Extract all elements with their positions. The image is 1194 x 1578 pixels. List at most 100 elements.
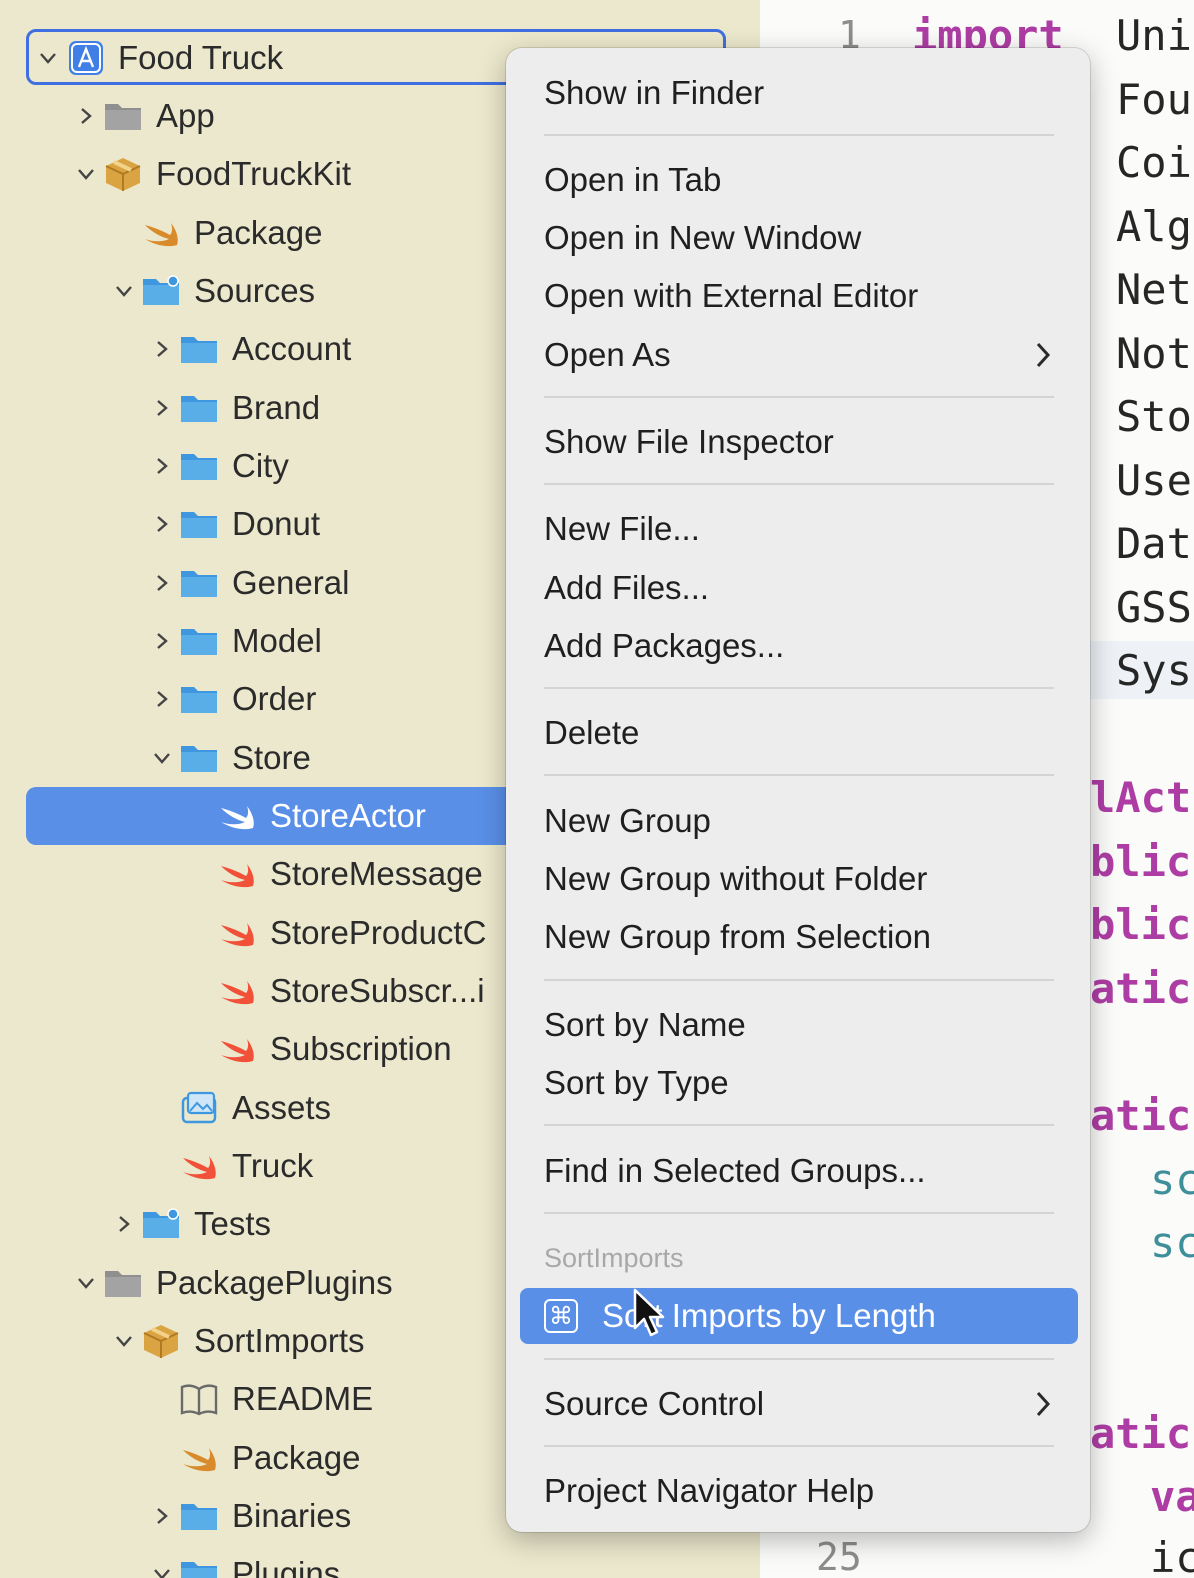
folder-icon <box>176 1496 222 1536</box>
nav-item-label: Truck <box>232 1147 314 1184</box>
code-text: Use <box>1116 455 1192 505</box>
menu-item-open-in-new-window[interactable]: Open in New Window <box>520 210 1078 266</box>
menu-separator <box>544 134 1054 136</box>
chevron-right-icon[interactable] <box>148 379 176 437</box>
nav-item-label: Sources <box>194 272 316 309</box>
code-text: sc <box>1150 1154 1194 1204</box>
menu-separator <box>544 396 1054 398</box>
nav-item-label: Plugins <box>232 1555 341 1578</box>
context-menu: Show in Finder Open in Tab Open in New W… <box>506 48 1090 1532</box>
nav-item-label: Food Truck <box>118 39 284 76</box>
nav-item-plugins[interactable]: Plugins <box>0 1545 760 1578</box>
chevron-right-icon[interactable] <box>148 1487 176 1545</box>
menu-item-sort-by-name[interactable]: Sort by Name <box>520 997 1078 1053</box>
nav-item-label: Subscription <box>270 1030 452 1067</box>
chevron-down-icon[interactable] <box>34 29 62 87</box>
chevron-down-icon[interactable] <box>72 145 100 203</box>
menu-item-open-as[interactable]: Open As <box>520 327 1078 383</box>
code-text: Fou <box>1116 74 1192 124</box>
chevron-down-icon[interactable] <box>110 1312 138 1370</box>
swift-file-icon <box>214 1029 260 1069</box>
menu-item-sort-imports-by-length[interactable]: ⌘ Sort Imports by Length <box>520 1288 1078 1344</box>
menu-item-delete[interactable]: Delete <box>520 705 1078 761</box>
folder-icon <box>176 679 222 719</box>
menu-item-add-files[interactable]: Add Files... <box>520 560 1078 616</box>
nav-item-label: Brand <box>232 389 321 426</box>
nav-item-label: Assets <box>232 1089 332 1126</box>
menu-item-source-control[interactable]: Source Control <box>520 1376 1078 1432</box>
code-keyword: atic <box>1090 1090 1192 1140</box>
folder-icon <box>176 563 222 603</box>
package-icon <box>138 1321 184 1361</box>
command-icon: ⌘ <box>544 1299 578 1333</box>
swift-file-icon <box>214 796 260 836</box>
menu-item-label: Source Control <box>544 1385 765 1422</box>
code-keyword: lAct <box>1090 772 1192 822</box>
nav-item-label: Account <box>232 330 352 367</box>
swift-package-icon <box>176 1438 222 1478</box>
folder-icon <box>176 329 222 369</box>
nav-item-label: StoreProductC <box>270 914 487 951</box>
chevron-right-icon[interactable] <box>148 554 176 612</box>
code-text: ic <box>1150 1532 1194 1578</box>
chevron-right-icon[interactable] <box>148 670 176 728</box>
folder-icon <box>100 1263 146 1303</box>
chevron-right-icon[interactable] <box>148 320 176 378</box>
nav-item-label: Model <box>232 622 322 659</box>
code-keyword: atic <box>1090 963 1192 1013</box>
menu-item-open-in-tab[interactable]: Open in Tab <box>520 152 1078 208</box>
folder-icon <box>176 738 222 778</box>
nav-item-label: Tests <box>194 1205 272 1242</box>
nav-item-label: Store <box>232 739 311 776</box>
book-icon <box>176 1379 222 1419</box>
nav-item-label: StoreSubscr...i <box>270 972 485 1009</box>
menu-item-show-in-finder[interactable]: Show in Finder <box>520 65 1078 121</box>
code-text: Sys <box>1116 645 1192 695</box>
menu-separator <box>544 979 1054 981</box>
menu-item-show-file-inspector[interactable]: Show File Inspector <box>520 414 1078 470</box>
code-text: Coi <box>1116 137 1192 187</box>
nav-item-label: FoodTruckKit <box>156 155 352 192</box>
code-line: 25 ic <box>760 1528 1194 1578</box>
menu-item-new-group-without-folder[interactable]: New Group without Folder <box>520 851 1078 907</box>
nav-item-label: Donut <box>232 505 321 542</box>
folder-icon <box>176 504 222 544</box>
code-text: sc <box>1150 1217 1194 1267</box>
code-keyword: va <box>1150 1471 1194 1521</box>
menu-item-new-file[interactable]: New File... <box>520 501 1078 557</box>
chevron-right-icon[interactable] <box>72 87 100 145</box>
chevron-right-icon[interactable] <box>148 495 176 553</box>
folder-icon <box>100 96 146 136</box>
swift-file-icon <box>214 971 260 1011</box>
menu-separator <box>544 1124 1054 1126</box>
menu-separator <box>544 1445 1054 1447</box>
nav-item-label: Package <box>194 214 323 251</box>
nav-item-label: StoreActor <box>270 797 426 834</box>
chevron-down-icon[interactable] <box>148 729 176 787</box>
menu-item-open-with-external-editor[interactable]: Open with External Editor <box>520 268 1078 324</box>
menu-separator <box>544 483 1054 485</box>
folder-icon <box>176 446 222 486</box>
menu-item-find-in-selected-groups[interactable]: Find in Selected Groups... <box>520 1143 1078 1199</box>
menu-item-add-packages[interactable]: Add Packages... <box>520 618 1078 674</box>
code-text: Not <box>1116 328 1192 378</box>
chevron-right-icon[interactable] <box>148 612 176 670</box>
code-text: Uni <box>1116 10 1192 60</box>
code-keyword: blic <box>1090 899 1192 949</box>
code-text: GSS <box>1116 582 1192 632</box>
chevron-down-icon[interactable] <box>110 262 138 320</box>
menu-item-sort-by-type[interactable]: Sort by Type <box>520 1055 1078 1111</box>
mouse-pointer-icon <box>633 1288 665 1337</box>
chevron-right-icon[interactable] <box>110 1195 138 1253</box>
menu-item-new-group[interactable]: New Group <box>520 793 1078 849</box>
chevron-down-icon[interactable] <box>72 1254 100 1312</box>
menu-item-label: Open As <box>544 336 671 373</box>
chevron-right-icon[interactable] <box>148 437 176 495</box>
swift-file-icon <box>176 1146 222 1186</box>
menu-item-new-group-from-selection[interactable]: New Group from Selection <box>520 909 1078 965</box>
menu-item-project-navigator-help[interactable]: Project Navigator Help <box>520 1463 1078 1519</box>
menu-separator <box>544 1358 1054 1360</box>
chevron-down-icon[interactable] <box>148 1545 176 1578</box>
menu-separator <box>544 774 1054 776</box>
swift-package-icon <box>138 213 184 253</box>
